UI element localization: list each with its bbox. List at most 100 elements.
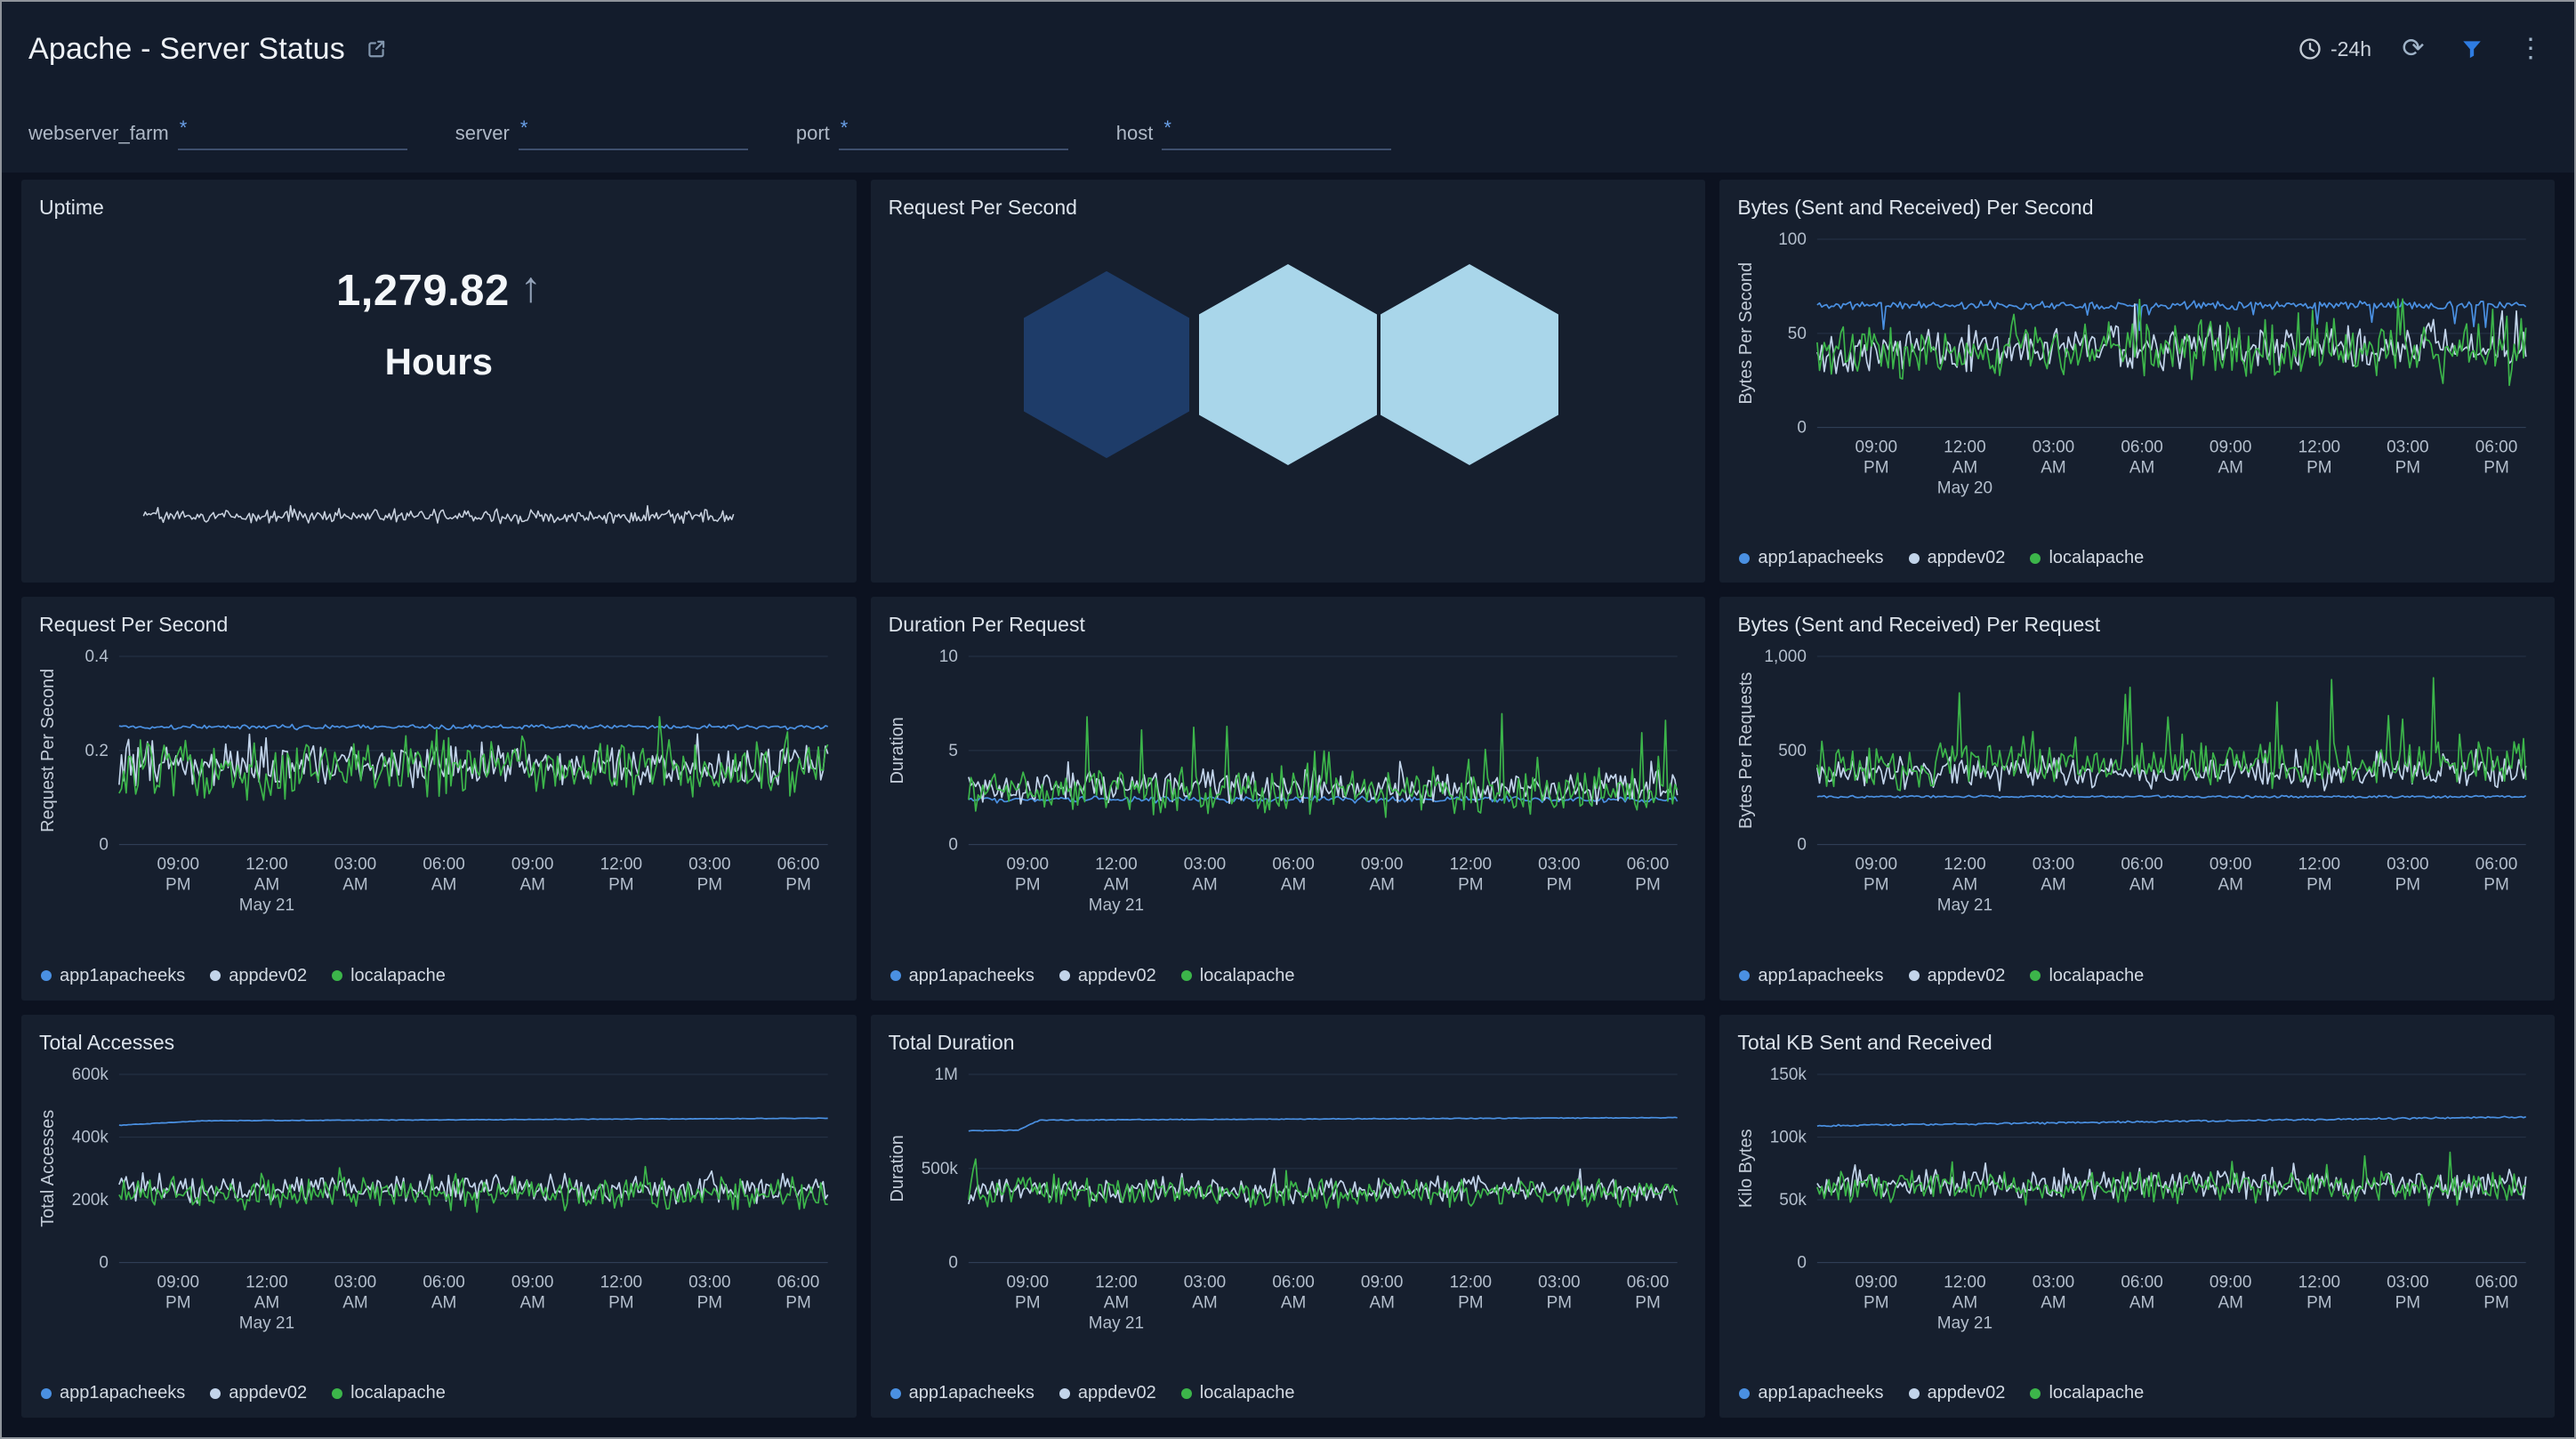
legend-item: localapache [2030, 1383, 2144, 1403]
refresh-icon[interactable]: ⟳ [2396, 32, 2430, 66]
panel-total-kb: Total KB Sent and Received 050k100k150kK… [1719, 1015, 2555, 1418]
svg-text:03:00: 03:00 [2033, 1273, 2074, 1291]
panel-title: Uptime [39, 196, 839, 220]
legend-label: appdev02 [229, 966, 307, 986]
legend-label: app1apacheeks [909, 1383, 1034, 1403]
filter-input-server[interactable] [535, 122, 746, 149]
filter-input-host[interactable] [1178, 122, 1389, 149]
chart-canvas[interactable]: 0510Duration09:00PM12:00AMMay 2103:00AM0… [889, 640, 1688, 927]
filter-input-port[interactable] [855, 122, 1067, 149]
filter-label: webserver_farm [28, 122, 169, 150]
legend-dot [1909, 1388, 1920, 1399]
chart-canvas[interactable]: 050k100k150kKilo Bytes09:00PM12:00AMMay … [1737, 1058, 2537, 1345]
svg-text:PM: PM [1458, 1293, 1483, 1312]
legend-item: appdev02 [210, 1383, 307, 1403]
panel-bytes-per-request: Bytes (Sent and Received) Per Request 05… [1719, 597, 2555, 1000]
svg-text:AM: AM [342, 876, 367, 895]
legend-item: appdev02 [1909, 548, 2006, 568]
legend-dot [332, 1388, 342, 1399]
svg-text:06:00: 06:00 [2475, 856, 2517, 874]
svg-text:09:00: 09:00 [2210, 856, 2251, 874]
svg-text:PM: PM [2395, 459, 2420, 478]
legend-dot [2030, 970, 2041, 981]
legend-item: app1apacheeks [41, 966, 185, 986]
svg-text:0: 0 [1798, 836, 1807, 855]
svg-text:03:00: 03:00 [2033, 438, 2074, 457]
legend-label: appdev02 [1928, 1383, 2006, 1403]
filter-port: port * [796, 118, 1068, 150]
uptime-unit: Hours [385, 341, 493, 383]
svg-text:PM: PM [785, 876, 810, 895]
chart-legend: app1apacheeksappdev02localapache [1737, 1378, 2537, 1405]
honeycomb-cell[interactable] [1024, 271, 1189, 458]
filter-icon[interactable] [2455, 32, 2489, 66]
svg-text:PM: PM [697, 1293, 722, 1312]
svg-text:PM: PM [2395, 876, 2420, 895]
sparkline-svg [138, 491, 739, 542]
svg-text:03:00: 03:00 [334, 856, 376, 874]
svg-text:AM: AM [1952, 876, 1977, 895]
chart-canvas[interactable]: 05001,000Bytes Per Requests09:00PM12:00A… [1737, 640, 2537, 927]
time-range-button[interactable]: -24h [2298, 36, 2371, 61]
legend-item: appdev02 [210, 966, 307, 986]
svg-text:06:00: 06:00 [2121, 1273, 2163, 1291]
panel-request-per-second-honeycomb: Request Per Second [871, 180, 1706, 583]
svg-text:12:00: 12:00 [1449, 856, 1491, 874]
svg-text:May 21: May 21 [1937, 896, 1992, 915]
svg-text:PM: PM [2306, 459, 2331, 478]
svg-text:09:00: 09:00 [1856, 1273, 1897, 1291]
panel-total-accesses: Total Accesses 0200k400k600kTotal Access… [21, 1015, 857, 1418]
svg-text:PM: PM [1635, 876, 1660, 895]
svg-text:50: 50 [1788, 325, 1807, 343]
chart-canvas[interactable]: 0500k1MDuration09:00PM12:00AMMay 2103:00… [889, 1058, 1688, 1345]
svg-text:06:00: 06:00 [1272, 856, 1314, 874]
svg-text:03:00: 03:00 [2387, 856, 2428, 874]
svg-text:03:00: 03:00 [1183, 856, 1225, 874]
svg-text:06:00: 06:00 [2121, 438, 2163, 457]
svg-text:PM: PM [165, 1293, 190, 1312]
svg-text:AM: AM [1952, 1293, 1977, 1312]
svg-text:May 21: May 21 [1088, 1314, 1143, 1332]
svg-text:09:00: 09:00 [2210, 438, 2251, 457]
legend-dot [2030, 1388, 2041, 1399]
svg-text:PM: PM [1864, 876, 1888, 895]
legend-item: localapache [332, 1383, 446, 1403]
svg-text:Duration: Duration [889, 717, 907, 784]
kebab-menu-icon[interactable]: ⋮ [2514, 32, 2548, 66]
legend-item: appdev02 [1909, 966, 2006, 986]
svg-text:PM: PM [1015, 876, 1040, 895]
legend-dot [41, 1388, 52, 1399]
svg-text:12:00: 12:00 [246, 1273, 287, 1291]
dashboard-root: Apache - Server Status -24h ⟳ ⋮ [0, 0, 2576, 1439]
filter-input-webserver-farm[interactable] [194, 122, 406, 149]
svg-text:06:00: 06:00 [1272, 1273, 1314, 1291]
svg-text:PM: PM [2484, 459, 2509, 478]
uptime-value: 1,279.82 [336, 266, 510, 316]
legend-dot [210, 1388, 221, 1399]
legend-label: app1apacheeks [60, 1383, 185, 1403]
svg-text:AM: AM [342, 1293, 367, 1312]
honeycomb-cell[interactable] [1199, 264, 1377, 465]
panel-uptime: Uptime 1,279.82 ↑ Hours [21, 180, 857, 583]
legend-item: localapache [2030, 548, 2144, 568]
open-in-new-icon[interactable] [359, 32, 393, 66]
panel-request-per-second: Request Per Second 00.20.4Request Per Se… [21, 597, 857, 1000]
chart-canvas[interactable]: 00.20.4Request Per Second09:00PM12:00AMM… [39, 640, 839, 927]
svg-text:AM: AM [2218, 1293, 2243, 1312]
legend-dot [1739, 1388, 1750, 1399]
legend-dot [41, 970, 52, 981]
svg-text:0: 0 [1798, 419, 1807, 438]
legend-item: app1apacheeks [1739, 548, 1883, 568]
legend-dot [2030, 553, 2041, 564]
svg-text:400k: 400k [72, 1128, 109, 1146]
panel-title: Duration Per Request [889, 613, 1688, 637]
filter-webserver-farm: webserver_farm * [28, 118, 407, 150]
honeycomb-cell[interactable] [1381, 264, 1558, 465]
chart-canvas[interactable]: 050100Bytes Per Second09:00PM12:00AMMay … [1737, 223, 2537, 510]
chart-canvas[interactable]: 0200k400k600kTotal Accesses09:00PM12:00A… [39, 1058, 839, 1345]
legend-label: localapache [1200, 966, 1295, 986]
single-value-display: 1,279.82 ↑ Hours [39, 266, 839, 383]
filter-label: server [455, 122, 510, 150]
svg-text:09:00: 09:00 [511, 1273, 553, 1291]
svg-text:06:00: 06:00 [2121, 856, 2163, 874]
